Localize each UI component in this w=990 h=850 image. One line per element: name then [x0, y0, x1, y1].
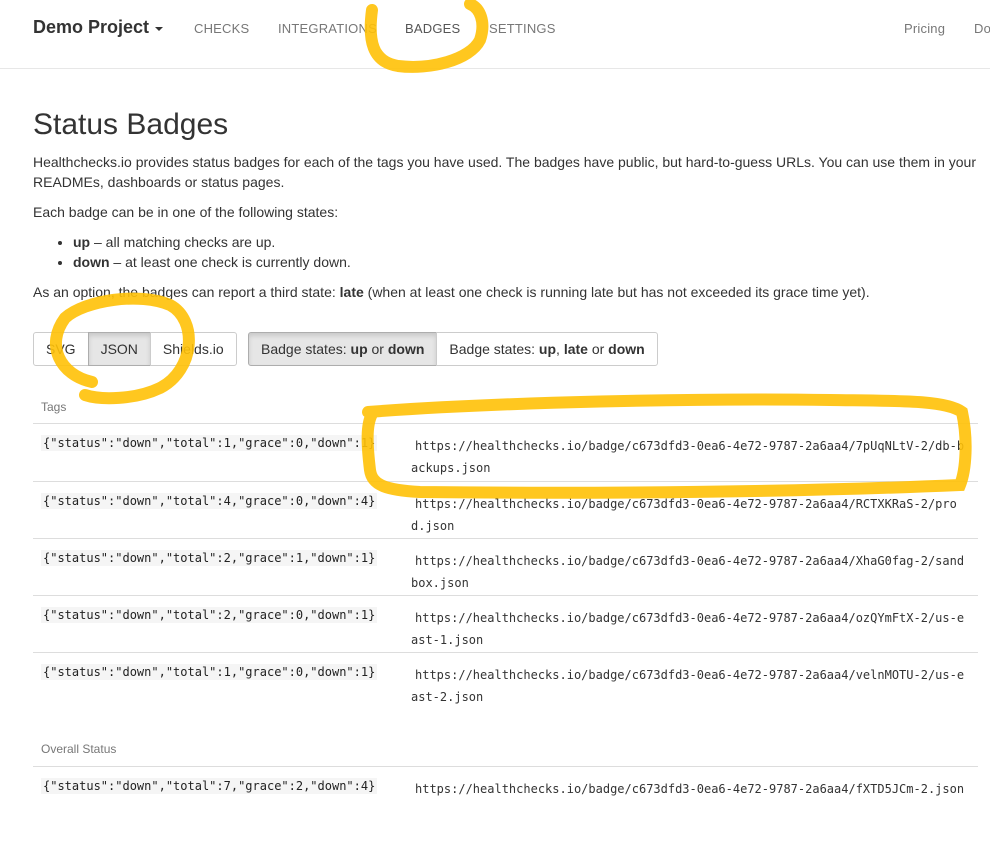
tag-status-json: {"status":"down","total":1,"grace":0,"do… — [41, 664, 378, 680]
format-shields-button[interactable]: Shields.io — [149, 332, 237, 366]
states-btn1-down: down — [387, 341, 425, 357]
tag-row: {"status":"down","total":1,"grace":0,"do… — [33, 653, 978, 710]
states-btn2-down: down — [608, 341, 645, 357]
project-switcher[interactable]: Demo Project — [33, 17, 164, 38]
page-title: Status Badges — [33, 108, 229, 141]
states-button-group: Badge states: up or down Badge states: u… — [248, 332, 658, 366]
state-down-name: down — [73, 254, 110, 270]
top-navbar: Demo Project CHECKS INTEGRATIONS BADGES … — [0, 0, 990, 69]
state-down-desc: – at least one check is currently down. — [109, 254, 351, 270]
format-svg-button[interactable]: SVG — [33, 332, 89, 366]
state-down-item: down – at least one check is currently d… — [73, 252, 351, 272]
tag-status-json: {"status":"down","total":2,"grace":0,"do… — [41, 607, 378, 623]
overall-badge-url[interactable]: https://healthchecks.io/badge/c673dfd3-0… — [411, 778, 966, 800]
states-btn2-comma: , — [556, 341, 564, 357]
states-btn2-up: up — [538, 341, 557, 357]
tag-badge-url[interactable]: https://healthchecks.io/badge/c673dfd3-0… — [411, 607, 966, 651]
option-text-before: As an option, the badges can report a th… — [33, 284, 340, 300]
option-paragraph: As an option, the badges can report a th… — [33, 282, 870, 302]
tag-row: {"status":"down","total":2,"grace":0,"do… — [33, 596, 978, 653]
overall-row: {"status":"down","total":7,"grace":2,"do… — [33, 767, 978, 824]
tag-badge-url[interactable]: https://healthchecks.io/badge/c673dfd3-0… — [411, 493, 966, 537]
intro-paragraph: Healthchecks.io provides status badges f… — [33, 152, 976, 192]
tag-row: {"status":"down","total":2,"grace":1,"do… — [33, 539, 978, 596]
states-btn1-or: or — [367, 341, 388, 357]
overall-status-json: {"status":"down","total":7,"grace":2,"do… — [41, 778, 378, 794]
tag-status-json: {"status":"down","total":1,"grace":0,"do… — [41, 435, 378, 451]
overall-section-label: Overall Status — [41, 742, 117, 756]
nav-badges[interactable]: BADGES — [405, 21, 460, 36]
format-button-group: SVG JSON Shields.io — [33, 332, 237, 366]
tag-badge-url[interactable]: https://healthchecks.io/badge/c673dfd3-0… — [411, 435, 966, 479]
nav-pricing[interactable]: Pricing — [904, 21, 945, 36]
option-text-after: (when at least one check is running late… — [363, 284, 870, 300]
state-up-desc: – all matching checks are up. — [90, 234, 276, 250]
project-name: Demo Project — [33, 17, 150, 37]
tag-badge-url[interactable]: https://healthchecks.io/badge/c673dfd3-0… — [411, 550, 966, 594]
states-up-late-down-button[interactable]: Badge states: up, late or down — [436, 332, 658, 366]
tags-section-label: Tags — [41, 400, 67, 414]
tag-status-json: {"status":"down","total":2,"grace":1,"do… — [41, 550, 378, 566]
tag-row: {"status":"down","total":4,"grace":0,"do… — [33, 482, 978, 539]
tag-row: {"status":"down","total":1,"grace":0,"do… — [33, 424, 978, 481]
states-btn2-late: late — [563, 341, 588, 357]
nav-settings[interactable]: SETTINGS — [489, 21, 556, 36]
state-up-name: up — [73, 234, 91, 250]
format-json-button[interactable]: JSON — [87, 332, 151, 366]
states-btn2-or: or — [587, 341, 609, 357]
caret-down-icon — [155, 26, 164, 31]
nav-docs[interactable]: Do — [974, 21, 990, 36]
states-btn1-prefix: Badge states: — [261, 341, 351, 357]
nav-integrations[interactable]: INTEGRATIONS — [278, 21, 377, 36]
tag-badge-url[interactable]: https://healthchecks.io/badge/c673dfd3-0… — [411, 664, 966, 708]
states-btn2-prefix: Badge states: — [449, 341, 539, 357]
tag-status-json: {"status":"down","total":4,"grace":0,"do… — [41, 493, 378, 509]
intro-line-2: READMEs, dashboards or status pages. — [33, 174, 285, 190]
state-up-item: up – all matching checks are up. — [73, 232, 351, 252]
states-intro: Each badge can be in one of the followin… — [33, 204, 339, 220]
intro-line-1: Healthchecks.io provides status badges f… — [33, 154, 976, 170]
option-late: late — [339, 284, 364, 300]
states-btn1-up: up — [350, 341, 368, 357]
nav-checks[interactable]: CHECKS — [194, 21, 249, 36]
states-up-down-button[interactable]: Badge states: up or down — [248, 332, 438, 366]
states-list: up – all matching checks are up. down – … — [53, 232, 351, 272]
